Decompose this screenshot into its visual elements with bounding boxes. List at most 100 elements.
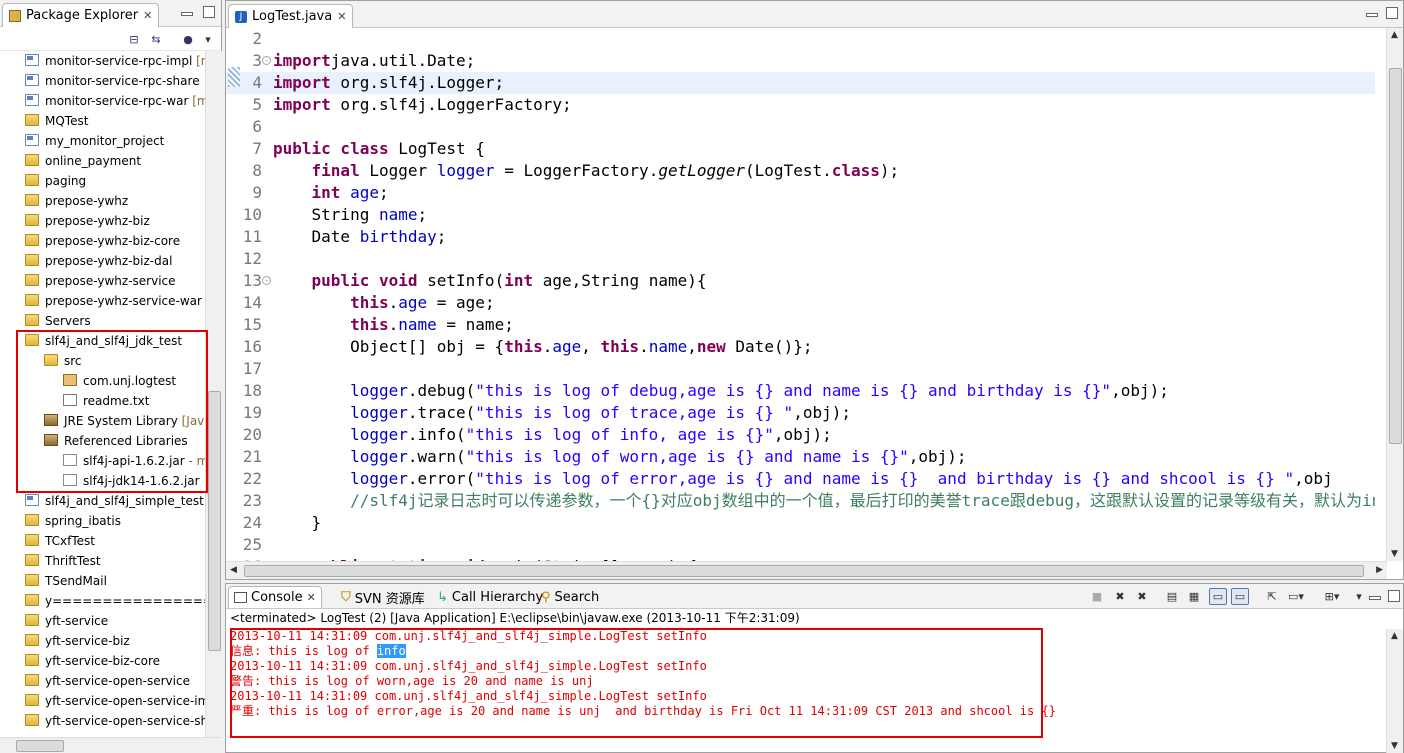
code-line[interactable]: 20 logger.info("this is log of info, age… [226,424,1375,446]
tree-item[interactable]: src [0,351,205,371]
tree-item[interactable]: Referenced Libraries [0,431,205,451]
maximize-icon[interactable] [203,6,215,18]
tree-item[interactable]: readme.txt [0,391,205,411]
code-line[interactable]: 6 [226,116,1375,138]
tree-item[interactable]: slf4j_and_slf4j_jdk_test [0,331,205,351]
console-output[interactable]: 2013-10-11 14:31:09 com.unj.slf4j_and_sl… [226,629,1387,753]
scroll-up-icon[interactable]: ▲ [1391,30,1398,40]
tab-call-hierarchy[interactable]: ↳ Call Hierarchy [432,586,548,608]
explorer-horizontal-scrollbar[interactable] [0,737,222,753]
code-line[interactable]: 3- importjava.util.Date; [226,50,1375,72]
tree-item[interactable]: slf4j-jdk14-1.6.2.jar [0,471,205,491]
code-line[interactable]: 7 public class LogTest { [226,138,1375,160]
tab-console[interactable]: Console ✕ [228,586,322,608]
tree-item[interactable]: yft-service-biz-core [0,651,205,671]
code-line[interactable]: 10 String name; [226,204,1375,226]
tree-item[interactable]: yft-service [0,611,205,631]
show-when-stdout-icon[interactable]: ▭ [1209,588,1227,605]
tree-item[interactable]: MQTest [0,111,205,131]
tree-item[interactable]: prepose-ywhz-service-war [0,291,205,311]
code-area[interactable]: 2 3- importjava.util.Date; 4 import org.slf4… [226,28,1375,561]
view-menu-icon[interactable]: ▾ [200,31,216,47]
tree-item[interactable]: Servers [0,311,205,331]
terminate-icon[interactable]: ■ [1088,588,1106,605]
scroll-down-icon[interactable]: ▼ [1391,741,1398,751]
close-icon[interactable]: ✕ [143,9,152,22]
tree-item[interactable]: com.unj.logtest [0,371,205,391]
tree-item[interactable]: slf4j-api-1.6.2.jar - m [0,451,205,471]
tree-item[interactable]: JRE System Library [Java [0,411,205,431]
code-line[interactable]: 11 Date birthday; [226,226,1375,248]
tree-item[interactable]: yft-service-open-service [0,671,205,691]
scroll-down-icon[interactable]: ▼ [1391,549,1398,559]
tab-logtest-java[interactable]: J LogTest.java ✕ [228,4,354,28]
code-line[interactable]: 21 logger.warn("this is log of worn,age … [226,446,1375,468]
tree-item[interactable]: yft-service-open-service-im [0,691,205,711]
code-line[interactable]: 8 final Logger logger = LoggerFactory.ge… [226,160,1375,182]
close-icon[interactable]: ✕ [307,591,316,604]
maximize-icon[interactable] [1388,590,1400,602]
tree-item[interactable]: slf4j_and_slf4j_simple_test [0,491,205,511]
show-when-stderr-icon[interactable]: ▭ [1231,588,1249,605]
code-line[interactable]: 23 //slf4j记录日志时可以传递参数，一个{}对应obj数组中的一个值，最… [226,490,1375,512]
code-line[interactable]: 15 this.name = name; [226,314,1375,336]
tree-item[interactable]: yft-service-open-service-sh [0,711,205,731]
tree-item[interactable]: my_monitor_project [0,131,205,151]
tree-item[interactable]: y=================== [0,591,205,611]
code-line[interactable]: 18 logger.debug("this is log of debug,ag… [226,380,1375,402]
maximize-icon[interactable] [1386,7,1398,19]
code-line[interactable]: 24 } [226,512,1375,534]
tree-item[interactable]: yft-service-biz [0,631,205,651]
minimize-icon[interactable] [1366,13,1378,17]
code-line[interactable]: 4 import org.slf4j.Logger; [226,72,1375,94]
tree-item[interactable]: ThriftTest [0,551,205,571]
tree-item[interactable]: monitor-service-rpc-impl [r [0,51,205,71]
code-line[interactable]: 9 int age; [226,182,1375,204]
explorer-vertical-scrollbar[interactable] [205,51,222,739]
editor-vertical-scrollbar[interactable]: ▲ ▼ [1386,28,1403,561]
display-console-icon[interactable]: ▭▾ [1287,588,1305,605]
open-console-icon[interactable]: ⊞▾ [1323,588,1341,605]
editor-horizontal-scrollbar[interactable]: ◀ ▶ [226,561,1387,579]
collapse-all-icon[interactable]: ⊟ [126,31,142,47]
remove-launch-icon[interactable]: ✖ [1111,588,1129,605]
tree-item[interactable]: prepose-ywhz-biz [0,211,205,231]
tree-item[interactable]: monitor-service-rpc-war [m [0,91,205,111]
code-line[interactable]: 25 [226,534,1375,556]
scroll-lock-icon[interactable]: ▦ [1185,588,1203,605]
tab-search[interactable]: ⚲ Search [536,586,604,608]
tree-item[interactable]: TCxfTest [0,531,205,551]
clear-console-icon[interactable]: ▤ [1163,588,1181,605]
code-line[interactable]: 22 logger.error("this is log of error,ag… [226,468,1375,490]
minimize-icon[interactable] [1369,596,1381,600]
fold-toggle-icon[interactable]: - [262,276,271,285]
fold-toggle-icon[interactable]: - [262,56,271,65]
tree-item[interactable]: TSendMail [0,571,205,591]
remove-all-terminated-icon[interactable]: ✖ [1133,588,1151,605]
tree-item[interactable]: prepose-ywhz [0,191,205,211]
view-menu-icon[interactable]: ▾ [1350,588,1368,605]
tree-item[interactable]: monitor-service-rpc-share [0,71,205,91]
code-line[interactable]: 16 Object[] obj = {this.age, this.name,n… [226,336,1375,358]
code-line[interactable]: 17 [226,358,1375,380]
tree-item[interactable]: online_payment [0,151,205,171]
code-line[interactable]: 19 logger.trace("this is log of trace,ag… [226,402,1375,424]
close-icon[interactable]: ✕ [337,10,346,23]
code-line[interactable]: 12 [226,248,1375,270]
tree-item[interactable]: prepose-ywhz-biz-core [0,231,205,251]
tab-svn-repository[interactable]: ⛉ SVN 资源库 [336,586,430,608]
tree-item[interactable]: spring_ibatis [0,511,205,531]
scroll-up-icon[interactable]: ▲ [1391,631,1398,641]
pin-console-icon[interactable]: ⇱ [1263,588,1281,605]
code-line[interactable]: 13- public void setInfo(int age,String n… [226,270,1375,292]
focus-icon[interactable]: ● [180,31,196,47]
code-line[interactable]: 14 this.age = age; [226,292,1375,314]
scroll-left-icon[interactable]: ◀ [230,565,237,575]
tree-item[interactable]: paging [0,171,205,191]
link-with-editor-icon[interactable]: ⇆ [148,31,164,47]
tree-item[interactable]: prepose-ywhz-biz-dal [0,251,205,271]
minimize-icon[interactable] [181,12,193,16]
console-vertical-scrollbar[interactable]: ▲ ▼ [1386,629,1403,753]
tab-package-explorer[interactable]: Package Explorer ✕ [2,3,160,27]
code-line[interactable]: 5 import org.slf4j.LoggerFactory; [226,94,1375,116]
